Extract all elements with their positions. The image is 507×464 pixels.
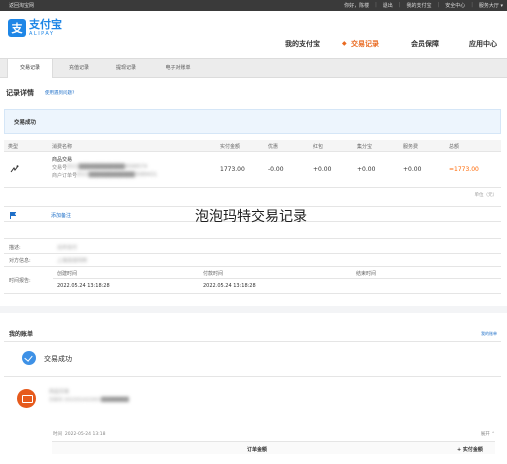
- party-label: 对方信息:: [9, 258, 31, 264]
- logo-en-text: ALIPAY: [29, 31, 55, 37]
- total-amount: =1773.00: [449, 166, 479, 173]
- record-detail: 记录详情 使用遇到问题? 交易成功 类型 消费名称 实付金额 优惠 红包 集分宝…: [0, 78, 507, 464]
- tab-statement[interactable]: 电子对账单: [153, 59, 203, 78]
- alipay-logo[interactable]: 支 支付宝 ALIPAY: [8, 19, 62, 37]
- desc-label: 描述:: [9, 245, 21, 251]
- col-points: 集分宝: [357, 144, 373, 150]
- discount-amount: -0.00: [268, 166, 284, 173]
- flag-icon: [10, 212, 16, 219]
- main-nav: 我的支付宝 ◆ 交易记录 会员保障 应用中心: [0, 39, 507, 51]
- active-dot-icon: ◆: [342, 40, 347, 47]
- bill-item-name: 商品交易: [49, 389, 70, 395]
- col-discount: 优惠: [268, 144, 279, 150]
- bill-expand-link[interactable]: 展开 ⌃: [481, 431, 495, 437]
- paid-time-value: 2022.05.24 13:18:28: [203, 283, 256, 289]
- bill-item-sub: 交易号 2022052422001████████: [49, 398, 129, 403]
- my-bill-link[interactable]: 我的账单: [481, 331, 497, 337]
- tab-withdraw[interactable]: 提现记录: [105, 59, 147, 78]
- alipay-logo-icon: 支: [8, 19, 26, 37]
- check-icon: [22, 351, 36, 365]
- status-text: 交易成功: [14, 120, 37, 126]
- col-total: 总额: [449, 144, 460, 150]
- bill-time-value: 2022-05-24 13:18: [64, 432, 106, 437]
- desc-value: 合并支付: [57, 245, 78, 251]
- col-paid: 实付金额: [220, 144, 241, 150]
- finished-time-header: 结束时间: [356, 271, 377, 277]
- item-name: 商品交易: [52, 157, 73, 163]
- top-bar: 返回淘宝网 你好，陈楼 | 退出 | 我的支付宝 | 安全中心 | 服务大厅 ▾: [0, 0, 507, 11]
- created-time-value: 2022.05.24 13:18:28: [57, 283, 110, 289]
- paid-amount-header: + 实付金额: [457, 447, 483, 453]
- watermark-text: 泡泡玛特交易记录: [195, 209, 307, 225]
- logout-link[interactable]: 退出: [383, 2, 393, 9]
- bill-subheader: 订单金额 + 实付金额: [52, 441, 495, 454]
- tab-transactions[interactable]: 交易记录: [7, 59, 53, 78]
- col-type: 类型: [8, 144, 19, 150]
- merchant-order-value: 2022████████████3089431: [76, 172, 158, 178]
- help-link[interactable]: 使用遇到问题?: [45, 90, 74, 96]
- order-no-label: 交易号: [52, 165, 68, 171]
- col-name: 消费名称: [52, 144, 73, 150]
- back-to-taobao-link[interactable]: 返回淘宝网: [9, 2, 34, 9]
- service-hall-link[interactable]: 服务大厅 ▾: [479, 2, 503, 9]
- security-center-link[interactable]: 安全中心: [445, 2, 465, 9]
- my-bill-title: 我的账单: [9, 331, 34, 338]
- bill-status: 交易成功: [44, 355, 72, 363]
- page-title: 记录详情: [6, 89, 34, 97]
- time-label: 时间报告:: [9, 278, 31, 284]
- transaction-type-icon: [10, 165, 19, 173]
- nav-my-alipay[interactable]: 我的支付宝: [285, 39, 320, 49]
- info-section: 描述: 合并支付 对方信息: 上海泡泡玛特 时间报告: 创建时间 付款时间 结束…: [4, 238, 501, 294]
- paid-time-header: 付款时间: [203, 271, 224, 277]
- service-fee-amount: +0.00: [403, 166, 422, 173]
- red-packet-amount: +0.00: [313, 166, 332, 173]
- header: 支 支付宝 ALIPAY 我的支付宝 ◆ 交易记录 会员保障 应用中心: [0, 11, 507, 58]
- paid-amount: 1773.00: [220, 166, 245, 173]
- table-row: 商品交易 交易号 2022████████████4568574 商户订单号 2…: [4, 152, 501, 188]
- table-header: 类型 消费名称 实付金额 优惠 红包 集分宝 服务费 总额: [4, 140, 501, 152]
- party-value: 上海泡泡玛特: [57, 258, 88, 264]
- tab-recharge[interactable]: 充值记录: [58, 59, 100, 78]
- status-bar: 交易成功: [4, 109, 501, 134]
- my-alipay-link[interactable]: 我的支付宝: [406, 2, 431, 9]
- order-amount-header: 订单金额: [247, 447, 268, 453]
- merchant-order-label: 商户订单号: [52, 173, 78, 179]
- bill-time: 时间 2022-05-24 13:18: [53, 432, 106, 437]
- order-no-value: 2022████████████4568574: [66, 164, 148, 170]
- col-red-packet: 红包: [313, 144, 324, 150]
- greeting: 你好，陈楼: [344, 3, 370, 9]
- col-service-fee: 服务费: [403, 144, 419, 150]
- created-time-header: 创建时间: [57, 271, 78, 277]
- unit-label: 单位（元）: [474, 193, 498, 198]
- nav-transactions[interactable]: 交易记录: [351, 39, 379, 49]
- points-amount: +0.00: [357, 166, 376, 173]
- nav-app-center[interactable]: 应用中心: [469, 39, 497, 49]
- top-links: 你好，陈楼 | 退出 | 我的支付宝 | 安全中心 | 服务大厅 ▾: [344, 2, 503, 9]
- add-note-link[interactable]: 添加备注: [51, 212, 71, 219]
- nav-member-protection[interactable]: 会员保障: [411, 39, 439, 49]
- sub-nav: 交易记录 充值记录 提现记录 电子对账单: [0, 58, 507, 78]
- logo-cn-text: 支付宝: [29, 18, 62, 31]
- my-bill-section: 我的账单 我的账单 交易成功 商品交易 交易号 2022052422001███…: [4, 321, 501, 464]
- order-icon: [17, 389, 36, 408]
